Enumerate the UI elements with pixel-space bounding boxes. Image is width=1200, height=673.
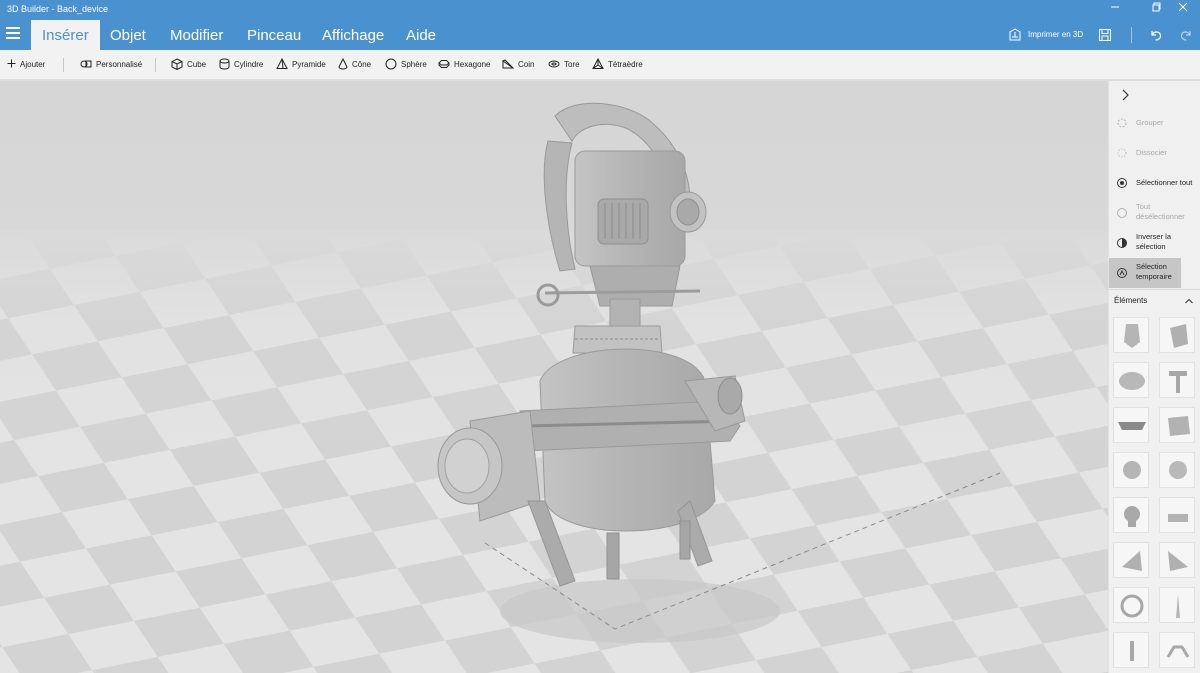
save-icon[interactable] — [1097, 27, 1113, 43]
temporary-selection-icon — [1117, 268, 1127, 278]
element-thumbnail[interactable] — [1113, 497, 1149, 533]
title-bar: 3D Builder - Back_device — [0, 0, 1200, 20]
add-button[interactable]: Ajouter — [7, 50, 45, 80]
invert-selection-label: Inverser la sélection — [1136, 232, 1172, 251]
redo-icon[interactable] — [1178, 27, 1194, 43]
element-thumbnail[interactable] — [1159, 452, 1195, 488]
print-3d-button[interactable]: Imprimer en 3D — [1008, 20, 1083, 50]
ungroup-icon — [1117, 148, 1127, 158]
shape-sphere-button[interactable]: Sphère — [385, 50, 427, 80]
deselect-all-icon — [1117, 208, 1127, 218]
deselect-all-button[interactable]: Tout désélectionner — [1109, 198, 1185, 228]
element-thumbnail[interactable] — [1113, 407, 1149, 443]
select-all-button[interactable]: Sélectionner tout — [1109, 168, 1192, 198]
tab-affichage[interactable]: Affichage — [311, 20, 395, 50]
element-thumbnail[interactable] — [1159, 362, 1195, 398]
elements-title: Éléments — [1114, 296, 1148, 305]
invert-selection-button[interactable]: Inverser la sélection — [1109, 228, 1181, 258]
element-thumbnail[interactable] — [1159, 587, 1195, 623]
ungroup-label: Dissocier — [1136, 148, 1167, 157]
chevron-right-icon[interactable] — [1117, 87, 1133, 103]
shape-torus-button[interactable]: Tore — [548, 50, 580, 80]
tab-modifier[interactable]: Modifier — [159, 20, 234, 50]
element-thumbnail[interactable] — [1113, 362, 1149, 398]
shape-cylinder-button[interactable]: Cylindre — [219, 50, 263, 80]
element-thumbnail[interactable] — [1113, 452, 1149, 488]
tab-aide[interactable]: Aide — [395, 20, 447, 50]
shape-label: Pyramide — [292, 60, 326, 69]
element-thumbnail[interactable] — [1159, 407, 1195, 443]
minimize-icon[interactable] — [1098, 0, 1132, 20]
shape-label: Cube — [187, 60, 207, 69]
print-3d-label: Imprimer en 3D — [1028, 30, 1084, 39]
shape-label: Tore — [564, 60, 580, 69]
undo-icon[interactable] — [1148, 27, 1164, 43]
custom-button[interactable]: Personnalisé — [80, 50, 142, 80]
hexagon-icon — [438, 59, 450, 68]
invert-selection-icon — [1117, 238, 1127, 248]
element-thumbnail[interactable] — [1113, 587, 1149, 623]
element-thumbnail[interactable] — [1159, 632, 1195, 668]
add-label: Ajouter — [20, 60, 46, 69]
custom-label: Personnalisé — [96, 60, 143, 69]
cone-icon — [338, 57, 348, 70]
element-thumbnail[interactable] — [1113, 632, 1149, 668]
group-label: Grouper — [1136, 118, 1164, 127]
shape-tetrahedron-button[interactable]: Tétraèdre — [592, 50, 643, 80]
toolbar-separator — [155, 58, 156, 72]
custom-shapes-icon — [80, 60, 92, 68]
shape-label: Cône — [352, 60, 372, 69]
toolbar-separator — [63, 58, 64, 72]
sphere-icon — [385, 58, 397, 70]
window-title: 3D Builder - Back_device — [7, 4, 109, 14]
menu-separator — [1131, 27, 1132, 43]
shape-pyramid-button[interactable]: Pyramide — [276, 50, 326, 80]
element-thumbnail[interactable] — [1159, 542, 1195, 578]
shape-wedge-button[interactable]: Coin — [502, 50, 534, 80]
select-all-icon — [1117, 178, 1127, 188]
menu-bar: Insérer Objet Modifier Pinceau Affichage… — [0, 20, 1200, 50]
shape-label: Hexagone — [454, 60, 491, 69]
wedge-icon — [502, 59, 515, 69]
hamburger-icon[interactable] — [6, 27, 20, 41]
select-all-label: Sélectionner tout — [1136, 178, 1193, 187]
shape-cone-button[interactable]: Cône — [338, 50, 371, 80]
ungroup-button[interactable]: Dissocier — [1109, 138, 1181, 168]
torus-icon — [548, 60, 560, 68]
3d-viewport[interactable] — [0, 81, 1108, 673]
shape-label: Sphère — [401, 60, 427, 69]
print-3d-icon — [1009, 28, 1021, 41]
deselect-all-label: Tout désélectionner — [1136, 202, 1185, 221]
cube-icon — [171, 58, 183, 70]
cylinder-icon — [219, 58, 230, 70]
element-thumbnail[interactable] — [1113, 542, 1149, 578]
temporary-selection-label: Sélection temporaire — [1136, 262, 1172, 281]
group-icon — [1117, 118, 1127, 128]
shape-label: Cylindre — [234, 60, 264, 69]
element-thumbnail[interactable] — [1159, 497, 1195, 533]
pyramid-icon — [276, 57, 288, 69]
insert-toolbar: Ajouter Personnalisé Cube Cylindre Pyram… — [0, 50, 1200, 80]
shape-cube-button[interactable]: Cube — [171, 50, 206, 80]
elements-header[interactable]: Éléments — [1109, 289, 1200, 311]
tetrahedron-icon — [592, 57, 604, 69]
temporary-selection-button[interactable]: Sélection temporaire — [1109, 258, 1181, 288]
shape-hexagon-button[interactable]: Hexagone — [438, 50, 490, 80]
group-button[interactable]: Grouper — [1109, 108, 1181, 138]
element-thumbnail[interactable] — [1113, 317, 1149, 353]
chevron-up-icon[interactable] — [1183, 295, 1195, 307]
close-icon[interactable] — [1166, 0, 1200, 20]
tab-objet[interactable]: Objet — [99, 20, 157, 50]
plus-icon — [7, 59, 16, 68]
tab-pinceau[interactable]: Pinceau — [236, 20, 312, 50]
tab-inserer[interactable]: Insérer — [31, 20, 100, 50]
shape-label: Coin — [518, 60, 535, 69]
element-thumbnail[interactable] — [1159, 317, 1195, 353]
selection-panel: Grouper Dissocier Sélectionner tout Tout… — [1108, 81, 1200, 673]
shape-label: Tétraèdre — [608, 60, 643, 69]
